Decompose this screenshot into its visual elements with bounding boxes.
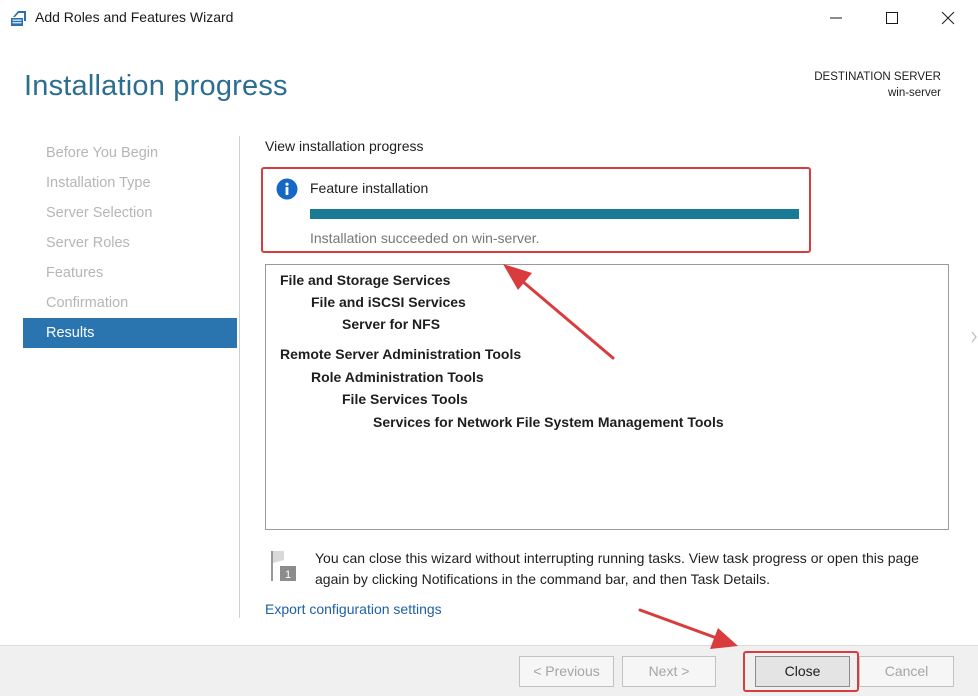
list-item: File Services Tools xyxy=(342,391,468,407)
annotation-highlight-close xyxy=(743,651,859,692)
export-configuration-link[interactable]: Export configuration settings xyxy=(265,601,442,617)
maximize-icon xyxy=(886,12,898,24)
destination-server-info: DESTINATION SERVER win-server xyxy=(814,69,941,101)
step-server-selection[interactable]: Server Selection xyxy=(23,198,237,228)
feature-results-list[interactable]: File and Storage Services File and iSCSI… xyxy=(265,264,949,530)
minimize-button[interactable] xyxy=(810,0,862,36)
section-label: View installation progress xyxy=(265,138,424,154)
list-item: File and iSCSI Services xyxy=(311,294,466,310)
window-title: Add Roles and Features Wizard xyxy=(35,9,234,25)
close-icon xyxy=(941,11,955,25)
destination-server-name: win-server xyxy=(887,87,941,99)
close-wizard-notice: You can close this wizard without interr… xyxy=(315,550,919,587)
nav-divider xyxy=(239,136,240,618)
notification-flag-icon: 1 xyxy=(271,551,296,581)
page-title: Installation progress xyxy=(24,70,288,102)
minimize-icon xyxy=(830,17,842,19)
list-item: Services for Network File System Managem… xyxy=(373,414,724,430)
step-server-roles[interactable]: Server Roles xyxy=(23,228,237,258)
cancel-button[interactable]: Cancel xyxy=(859,656,954,687)
list-item: Remote Server Administration Tools xyxy=(280,346,522,362)
step-results[interactable]: Results xyxy=(23,318,237,348)
list-item: Server for NFS xyxy=(342,316,441,332)
scroll-edge-chevron-icon xyxy=(971,331,977,343)
list-item: Role Administration Tools xyxy=(311,369,484,385)
server-manager-icon xyxy=(11,11,26,26)
title-bar: Add Roles and Features Wizard xyxy=(0,0,978,36)
next-button[interactable]: Next > xyxy=(622,656,716,687)
step-features[interactable]: Features xyxy=(23,258,237,288)
list-item: File and Storage Services xyxy=(280,272,451,288)
previous-button[interactable]: < Previous xyxy=(519,656,614,687)
annotation-highlight-progress xyxy=(261,167,811,253)
step-confirmation[interactable]: Confirmation xyxy=(23,288,237,318)
flag-number: 1 xyxy=(285,569,291,581)
close-window-button[interactable] xyxy=(922,0,974,36)
wizard-steps: Before You Begin Installation Type Serve… xyxy=(23,138,237,348)
step-installation-type[interactable]: Installation Type xyxy=(23,168,237,198)
annotation-arrow-close xyxy=(638,608,738,649)
destination-label: DESTINATION SERVER xyxy=(814,71,941,83)
maximize-button[interactable] xyxy=(866,0,918,36)
step-before-you-begin[interactable]: Before You Begin xyxy=(23,138,237,168)
